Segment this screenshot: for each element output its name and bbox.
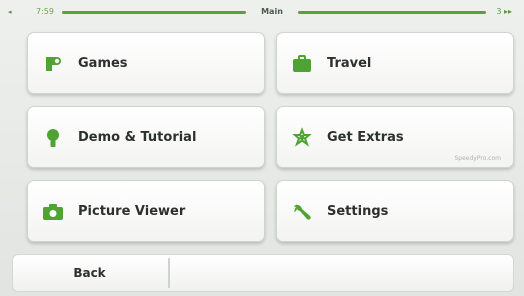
- status-divider-left: [62, 11, 246, 14]
- back-button[interactable]: Back: [18, 256, 161, 290]
- get-extras-button[interactable]: Get Extras SpeedyPro.com: [276, 106, 514, 168]
- games-icon: [46, 57, 61, 71]
- screen-title: Main: [261, 7, 283, 16]
- demo-tutorial-button[interactable]: Demo & Tutorial: [27, 106, 265, 168]
- wrench-icon: [294, 203, 311, 220]
- camera-icon: [43, 204, 63, 220]
- travel-button[interactable]: Travel: [276, 32, 514, 94]
- suitcase-icon: [293, 55, 311, 72]
- demo-tutorial-label: Demo & Tutorial: [78, 130, 197, 145]
- status-bar: ◂ 7:59 Main 3 ▸▸: [0, 0, 524, 26]
- travel-label: Travel: [327, 56, 372, 71]
- bottom-divider: [168, 258, 170, 288]
- games-label: Games: [78, 56, 128, 71]
- watermark-text: SpeedyPro.com: [454, 155, 502, 162]
- main-menu-screen: ◂ 7:59 Main 3 ▸▸ Games Travel Demo & Tut…: [0, 0, 524, 296]
- signal-indicator: 3 ▸▸: [496, 7, 512, 16]
- picture-viewer-button[interactable]: Picture Viewer: [27, 180, 265, 242]
- lightbulb-icon: [47, 129, 59, 147]
- get-extras-label: Get Extras: [327, 130, 404, 145]
- status-arrow-icon: ◂: [8, 8, 12, 16]
- games-button[interactable]: Games: [27, 32, 265, 94]
- picture-viewer-label: Picture Viewer: [78, 204, 186, 219]
- settings-label: Settings: [327, 204, 389, 219]
- status-time: 7:59: [36, 7, 54, 16]
- status-divider-right: [298, 11, 486, 14]
- settings-button[interactable]: Settings: [276, 180, 514, 242]
- download-icon: [292, 127, 312, 147]
